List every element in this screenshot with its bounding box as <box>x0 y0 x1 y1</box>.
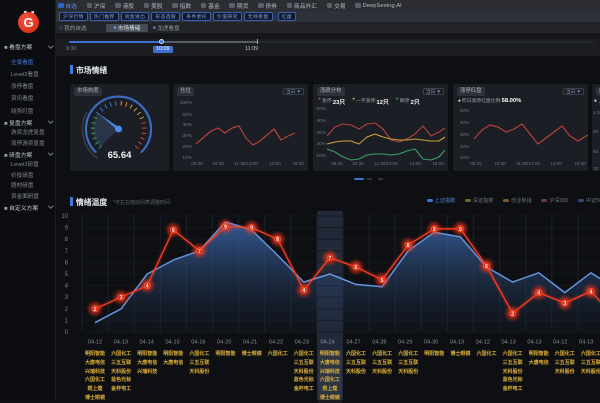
svg-text:8: 8 <box>276 237 279 243</box>
svg-text:4: 4 <box>537 291 540 297</box>
svg-text:5: 5 <box>381 278 384 284</box>
svg-text:6: 6 <box>355 265 358 271</box>
svg-text:8: 8 <box>65 237 69 243</box>
svg-text:7: 7 <box>329 256 332 262</box>
svg-text:9: 9 <box>172 228 175 234</box>
svg-text:9: 9 <box>433 227 436 233</box>
svg-text:2: 2 <box>94 307 97 313</box>
svg-text:9: 9 <box>250 226 253 232</box>
svg-text:04-20: 04-20 <box>217 340 231 346</box>
svg-text:04-24: 04-24 <box>320 340 334 346</box>
svg-text:04-23: 04-23 <box>295 340 309 346</box>
svg-text:4: 4 <box>146 284 149 290</box>
svg-text:04-27: 04-27 <box>346 340 360 346</box>
svg-text:04-12: 04-12 <box>553 340 567 346</box>
svg-text:04-30: 04-30 <box>424 340 438 346</box>
svg-text:04-21: 04-21 <box>243 340 257 346</box>
svg-text:2: 2 <box>65 307 69 313</box>
svg-text:6: 6 <box>485 264 488 270</box>
svg-text:04-12: 04-12 <box>476 340 490 346</box>
svg-text:4: 4 <box>590 289 593 295</box>
svg-text:7: 7 <box>198 249 201 255</box>
svg-text:8: 8 <box>407 243 410 249</box>
svg-text:1: 1 <box>65 318 69 324</box>
svg-text:9: 9 <box>459 227 462 233</box>
svg-text:9: 9 <box>65 226 69 232</box>
svg-text:04-13: 04-13 <box>501 340 515 346</box>
svg-text:0: 0 <box>65 330 69 336</box>
svg-text:10: 10 <box>61 214 68 220</box>
svg-text:7: 7 <box>65 249 69 255</box>
svg-text:04-15: 04-15 <box>165 340 179 346</box>
svg-text:4: 4 <box>65 284 69 290</box>
svg-text:3: 3 <box>65 295 69 301</box>
svg-text:04-29: 04-29 <box>398 340 412 346</box>
svg-text:04-14: 04-14 <box>140 340 154 346</box>
svg-text:04-13: 04-13 <box>527 340 541 346</box>
svg-text:04-28: 04-28 <box>372 340 386 346</box>
svg-text:04-13: 04-13 <box>114 340 128 346</box>
svg-text:6: 6 <box>65 260 69 266</box>
svg-text:3: 3 <box>563 301 566 307</box>
svg-text:3: 3 <box>120 295 123 301</box>
svg-text:5: 5 <box>65 272 69 278</box>
svg-text:9: 9 <box>224 224 227 230</box>
svg-text:2: 2 <box>511 311 514 317</box>
svg-text:4: 4 <box>302 288 305 294</box>
svg-text:04-22: 04-22 <box>269 340 283 346</box>
svg-text:04-13: 04-13 <box>450 340 464 346</box>
svg-text:04-12: 04-12 <box>88 340 102 346</box>
svg-text:04-16: 04-16 <box>191 340 205 346</box>
svg-text:04-13: 04-13 <box>579 340 593 346</box>
